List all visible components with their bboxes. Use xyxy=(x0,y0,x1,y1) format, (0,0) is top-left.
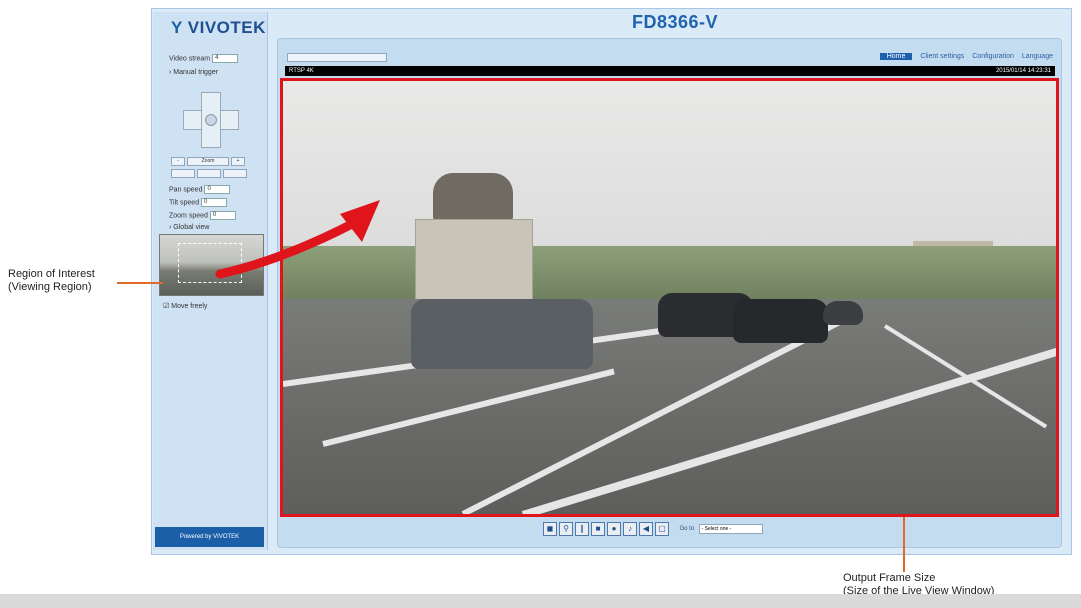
expand-icon: › xyxy=(169,224,172,231)
volume-icon[interactable]: ♪ xyxy=(623,521,637,536)
nav-client-settings[interactable]: Client settings xyxy=(920,53,964,60)
zoom-out-button[interactable]: - xyxy=(171,157,185,166)
video-stream-select[interactable]: 4 xyxy=(212,54,239,63)
output-frame-annotation-line xyxy=(903,517,905,572)
ptz-button-1[interactable] xyxy=(171,169,195,178)
pan-speed-label: Pan speed xyxy=(169,186,203,194)
nav-language[interactable]: Language xyxy=(1022,53,1053,60)
expand-icon: › xyxy=(169,69,172,76)
nav-configuration[interactable]: Configuration xyxy=(972,53,1014,60)
record-icon[interactable]: ● xyxy=(607,521,621,536)
top-nav: Home Client settings Configuration Langu… xyxy=(285,52,1055,63)
nav-home[interactable]: Home xyxy=(879,53,913,60)
move-freely-label: Move freely xyxy=(171,303,208,310)
stream-info-field xyxy=(287,53,387,62)
snapshot-icon[interactable]: ◼ xyxy=(543,521,557,536)
roi-annotation: Region of Interest (Viewing Region) xyxy=(8,268,95,293)
roi-annotation-line xyxy=(117,282,163,284)
video-car xyxy=(411,299,593,369)
digital-zoom-icon[interactable]: ⚲ xyxy=(559,521,573,536)
video-stream-label: Video stream xyxy=(169,55,211,63)
global-view-row[interactable]: › Global view xyxy=(169,224,209,231)
pause-icon[interactable]: ∥ xyxy=(575,521,589,536)
manual-trigger-row[interactable]: › Manual trigger xyxy=(169,69,218,76)
mute-icon[interactable]: ◀ xyxy=(639,521,653,536)
roi-arrow-icon xyxy=(215,200,380,279)
ptz-button-3[interactable] xyxy=(223,169,247,178)
global-view-label: Global view xyxy=(173,224,210,231)
stream-type: RTSP 4K xyxy=(289,68,314,74)
tilt-speed-label: Tilt speed xyxy=(169,199,200,207)
powered-by-footer: Powered by VIVOTEK xyxy=(155,527,264,547)
video-stream-row: Video stream 4 xyxy=(169,54,239,63)
ptz-control-pad[interactable] xyxy=(183,92,239,148)
video-car xyxy=(823,301,863,325)
sidebar: Y VIVOTEK Video stream 4 › Manual trigge… xyxy=(153,12,268,550)
zoom-in-button[interactable]: + xyxy=(231,157,245,166)
zoom-label: Zoom xyxy=(187,157,229,166)
zoom-speed-label: Zoom speed xyxy=(169,212,208,220)
page-title: FD8366-V xyxy=(631,12,719,32)
ptz-button-2[interactable] xyxy=(197,169,221,178)
nav-links: Home Client settings Configuration Langu… xyxy=(874,53,1053,60)
goto-label: Go to xyxy=(679,525,695,532)
bottom-bar xyxy=(0,594,1081,608)
stream-info-bar: RTSP 4K 2015/01/14 14:23:31 xyxy=(285,66,1055,76)
stop-icon[interactable]: ■ xyxy=(591,521,605,536)
fullscreen-icon[interactable]: ▢ xyxy=(655,521,669,536)
video-car xyxy=(733,299,828,343)
timestamp: 2015/01/14 14:23:31 xyxy=(995,68,1051,74)
move-freely-row[interactable]: ☑ Move freely xyxy=(163,302,207,310)
goto-select[interactable]: - Select one - xyxy=(698,523,763,534)
checkbox-icon[interactable]: ☑ xyxy=(163,303,169,310)
ptz-home-icon[interactable] xyxy=(205,114,217,126)
manual-trigger-label: Manual trigger xyxy=(173,69,219,76)
vivotek-logo: Y VIVOTEK xyxy=(171,18,266,37)
live-view-window[interactable] xyxy=(280,78,1059,517)
video-statue xyxy=(433,173,513,221)
player-controls: ◼ ⚲ ∥ ■ ● ♪ ◀ ▢ Go to - Select one - xyxy=(543,520,763,536)
